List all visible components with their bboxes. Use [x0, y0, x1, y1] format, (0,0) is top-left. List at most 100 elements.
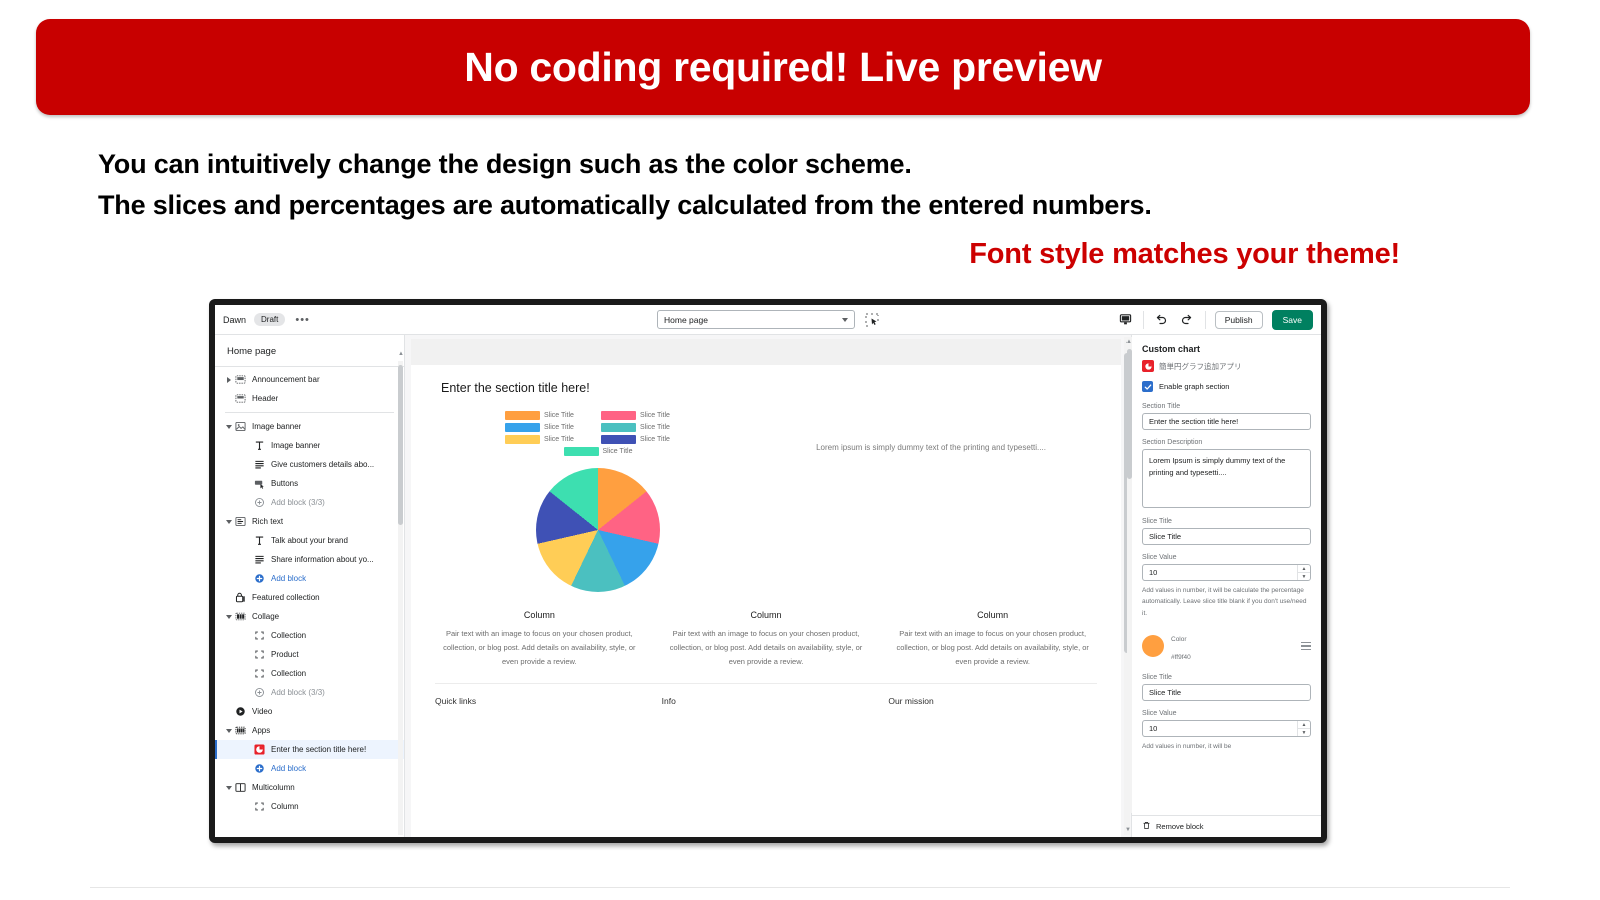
stepper-up-icon[interactable]: ▲ — [1298, 565, 1310, 573]
sidebar-item-video[interactable]: Video — [215, 702, 404, 721]
more-options-icon[interactable]: ••• — [295, 314, 310, 325]
slice1-color-row[interactable]: Color #ff9f40 — [1142, 628, 1311, 664]
stepper-up-icon-2[interactable]: ▲ — [1298, 721, 1310, 730]
publish-button[interactable]: Publish — [1214, 310, 1263, 329]
sidebar-item-product[interactable]: Product — [215, 645, 404, 664]
stepper-arrows-2[interactable]: ▲ ▼ — [1297, 721, 1310, 737]
sidebar-item-multicolumn[interactable]: Multicolumn — [215, 778, 404, 797]
preview-column: Column Pair text with an image to focus o… — [662, 610, 871, 669]
save-button[interactable]: Save — [1271, 309, 1313, 330]
sidebar-item-image-banner[interactable]: Image banner — [215, 436, 404, 455]
sidebar-item-image-banner[interactable]: Image banner — [215, 417, 404, 436]
chart-legend: Slice Title Slice Title Slice Title Slice T… — [500, 411, 696, 456]
section-select-icon[interactable] — [865, 313, 879, 327]
status-badge: Draft — [254, 313, 286, 326]
sidebar-item-collection[interactable]: Collection — [215, 664, 404, 683]
footer-column-heading[interactable]: Quick links — [435, 696, 644, 706]
sidebar-item-buttons[interactable]: Buttons — [215, 474, 404, 493]
footer-column-heading[interactable]: Our mission — [888, 696, 1097, 706]
legend-swatch — [505, 423, 540, 432]
undo-icon[interactable] — [1153, 311, 1170, 328]
sidebar-item-enter-the-section-title-here[interactable]: Enter the section title here! — [215, 740, 404, 759]
sidebar-item-label: Image banner — [252, 422, 302, 431]
settings-scrollbar-thumb[interactable] — [1127, 349, 1132, 479]
sidebar-item-label: Column — [271, 802, 299, 811]
legend-item: Slice Title — [601, 423, 691, 432]
legend-item: Slice Title — [505, 435, 595, 444]
section-title-input[interactable]: Enter the section title here! — [1142, 413, 1311, 430]
section-description-textarea[interactable]: Lorem Ipsum is simply dummy text of the … — [1142, 449, 1311, 508]
enable-graph-label: Enable graph section — [1159, 382, 1230, 391]
sidebar-item-talk-about-your-brand[interactable]: Talk about your brand — [215, 531, 404, 550]
column-heading: Column — [977, 610, 1009, 620]
legend-item: Slice Title — [505, 423, 595, 432]
device-preview-icon[interactable] — [1117, 311, 1134, 328]
legend-item: Slice Title — [505, 411, 595, 420]
sidebar-item-label: Add block — [271, 574, 307, 583]
toolbar-divider — [1142, 310, 1144, 329]
preview-footer: Quick links Info Our mission — [411, 684, 1121, 706]
editor-window-frame: Dawn Draft ••• Home page Publish Save Ho… — [209, 299, 1327, 843]
chevron-down-icon[interactable] — [224, 728, 234, 733]
color-swatch[interactable] — [1142, 635, 1164, 658]
sidebar-item-featured-collection[interactable]: Featured collection — [215, 588, 404, 607]
slice2-value-stepper[interactable]: 10 ▲ ▼ — [1142, 720, 1311, 738]
sidebar-item-column[interactable]: Column — [215, 797, 404, 816]
slice2-title-input[interactable]: Slice Title — [1142, 684, 1311, 702]
slice1-value-stepper[interactable]: 10 ▲ ▼ — [1142, 564, 1311, 581]
sidebar-item-apps[interactable]: Apps — [215, 721, 404, 740]
legend-swatch — [505, 435, 540, 444]
chevron-right-icon[interactable] — [224, 376, 234, 383]
footer-column-heading[interactable]: Info — [662, 696, 871, 706]
header-icon — [234, 393, 247, 404]
banner-title: No coding required! Live preview — [464, 43, 1102, 90]
sidebar-item-rich-text[interactable]: Rich text — [215, 512, 404, 531]
sidebar-item-share-information-about-yo[interactable]: Share information about yo... — [215, 550, 404, 569]
section-tree: Announcement bar Header Image banner Image … — [215, 367, 404, 837]
stepper-down-icon-2[interactable]: ▼ — [1298, 729, 1310, 736]
sidebar-item-announcement-bar[interactable]: Announcement bar — [215, 370, 404, 389]
column-heading: Column — [750, 610, 782, 620]
block-icon — [253, 801, 266, 812]
slice2-value-label: Slice Value — [1142, 710, 1177, 718]
remove-block-row[interactable]: Remove block — [1132, 815, 1321, 837]
sidebar-item-give-customers-details-abo[interactable]: Give customers details abo... — [215, 455, 404, 474]
bottom-rule — [90, 887, 1510, 888]
legend-item: Slice Title — [601, 411, 691, 420]
sidebar-item-add-block-3-3[interactable]: Add block (3/3) — [215, 493, 404, 512]
sidebar-item-label: Header — [252, 394, 279, 403]
sidebar-item-add-block[interactable]: Add block — [215, 759, 404, 778]
sidebar-item-label: Talk about your brand — [271, 536, 348, 545]
remove-block-label: Remove block — [1156, 822, 1204, 831]
color-label: Color — [1171, 636, 1187, 644]
stepper-arrows[interactable]: ▲ ▼ — [1297, 565, 1310, 580]
column-paragraph: Pair text with an image to focus on your… — [896, 629, 1089, 666]
chevron-down-icon[interactable] — [224, 424, 234, 429]
settings-scroll-up-icon[interactable]: ▲ — [1126, 339, 1132, 345]
drag-handle-icon[interactable] — [1301, 641, 1311, 651]
legend-label: Slice Title — [544, 412, 574, 419]
editor-toolbar: Dawn Draft ••• Home page Publish Save — [215, 305, 1321, 335]
chevron-down-icon[interactable] — [224, 519, 234, 524]
stepper-down-icon[interactable]: ▼ — [1298, 573, 1310, 580]
sidebar-item-label: Multicolumn — [252, 783, 295, 792]
sidebar-item-label: Collection — [271, 631, 307, 640]
trash-icon — [1142, 821, 1151, 832]
checkbox-checked-icon[interactable] — [1142, 381, 1153, 392]
sidebar-item-header[interactable]: Header — [215, 389, 404, 408]
chevron-down-icon[interactable] — [224, 614, 234, 619]
sidebar-item-label: Give customers details abo... — [271, 460, 375, 469]
chevron-down-icon[interactable] — [224, 785, 234, 790]
sidebar-item-label: Buttons — [271, 479, 299, 488]
slice1-title-input[interactable]: Slice Title — [1142, 528, 1311, 545]
sidebar-item-collage[interactable]: Collage — [215, 607, 404, 626]
redo-icon[interactable] — [1179, 311, 1196, 328]
enable-graph-checkbox-row[interactable]: Enable graph section — [1142, 381, 1311, 392]
sidebar-item-add-block-3-3[interactable]: Add block (3/3) — [215, 683, 404, 702]
sidebar-item-collection[interactable]: Collection — [215, 626, 404, 645]
sidebar-scrollbar-thumb[interactable] — [398, 365, 403, 525]
page-selector[interactable]: Home page — [657, 310, 855, 329]
sidebar-item-add-block[interactable]: Add block — [215, 569, 404, 588]
scroll-up-icon[interactable]: ▲ — [398, 351, 404, 357]
image-icon — [234, 421, 247, 432]
